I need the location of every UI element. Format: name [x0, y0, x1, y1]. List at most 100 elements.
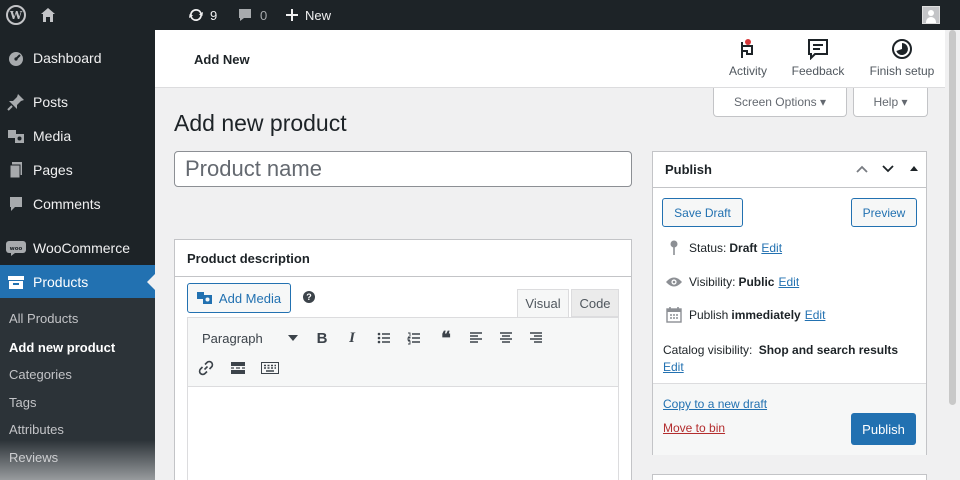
help-button[interactable]: Help ▾: [853, 88, 928, 117]
publish-button[interactable]: Publish: [851, 413, 916, 445]
progress-ring-icon: [891, 36, 913, 62]
comments-count: 0: [260, 7, 268, 23]
status-label: Status:: [689, 241, 727, 255]
sidebar-item-label: Comments: [33, 196, 101, 212]
save-draft-button[interactable]: Save Draft: [662, 198, 743, 227]
sidebar-item-label: Products: [33, 274, 89, 290]
bold-icon[interactable]: B: [312, 328, 332, 348]
collapse-toggle-icon[interactable]: [909, 163, 919, 178]
product-description-box: Product description Add Media ? Visual C…: [174, 239, 632, 480]
submenu-reviews[interactable]: Reviews: [9, 450, 58, 465]
woo-icon: woo: [6, 238, 26, 258]
status-edit-link[interactable]: Edit: [761, 241, 782, 255]
page-scrollbar[interactable]: [945, 30, 960, 480]
align-center-icon[interactable]: [496, 328, 516, 348]
bullet-list-icon[interactable]: [374, 328, 394, 348]
chevron-down-icon: [288, 335, 298, 341]
sidebar-item-comments[interactable]: Comments: [0, 187, 155, 221]
user-avatar[interactable]: [922, 6, 940, 24]
tab-visual[interactable]: Visual: [517, 289, 569, 317]
move-to-bin-link[interactable]: Move to bin: [663, 421, 725, 435]
catalog-visibility-value: Shop and search results: [758, 343, 899, 357]
sidebar-item-label: Dashboard: [33, 50, 102, 66]
format-select-value: Paragraph: [202, 330, 263, 346]
submenu-tags[interactable]: Tags: [9, 395, 36, 410]
new-content-menu[interactable]: New: [285, 0, 331, 30]
eye-icon: [665, 274, 683, 290]
move-up-icon[interactable]: [855, 163, 869, 178]
catalog-visibility-label: Catalog visibility:: [663, 343, 753, 357]
sidebar-item-pages[interactable]: Pages: [0, 153, 155, 187]
pages-icon: [6, 160, 26, 180]
status-row: Status: Draft Edit: [665, 240, 782, 256]
visibility-row: Visibility: Public Edit: [665, 274, 799, 290]
admin-bar: W 9 0 New: [0, 0, 960, 30]
format-select[interactable]: Paragraph: [192, 326, 302, 350]
keyboard-icon[interactable]: [260, 358, 280, 378]
numbered-list-icon[interactable]: [404, 328, 424, 348]
sidebar-item-posts[interactable]: Posts: [0, 85, 155, 119]
publish-box: Publish Save Draft Preview Status: Draft…: [652, 151, 927, 455]
svg-text:woo: woo: [10, 246, 23, 252]
dashboard-icon: [6, 48, 26, 68]
flag-icon: [738, 36, 758, 62]
sidebar-item-label: WooCommerce: [33, 240, 130, 256]
finish-setup-button[interactable]: Finish setup: [866, 36, 938, 84]
editor-content-area[interactable]: [187, 387, 619, 480]
page-title: Add new product: [174, 110, 347, 136]
add-media-button[interactable]: Add Media: [187, 283, 291, 313]
catalog-visibility-row: Catalog visibility: Shop and search resu…: [663, 342, 918, 376]
visibility-edit-link[interactable]: Edit: [778, 275, 799, 289]
updates-menu[interactable]: 9: [188, 0, 217, 30]
product-name-input[interactable]: [174, 151, 632, 187]
publish-date-value: immediately: [731, 308, 801, 322]
sidebar-item-label: Posts: [33, 94, 69, 110]
submenu-all-products[interactable]: All Products: [9, 311, 78, 326]
submenu-add-new-product[interactable]: Add new product: [9, 340, 115, 355]
align-right-icon[interactable]: [526, 328, 546, 348]
screen-options-button[interactable]: Screen Options ▾: [713, 88, 847, 117]
new-label: New: [305, 7, 332, 23]
publish-date-row: Publish immediately Edit: [665, 307, 825, 323]
align-left-icon[interactable]: [466, 328, 486, 348]
sidebar-item-woocommerce[interactable]: woo WooCommerce: [0, 231, 155, 265]
activity-button[interactable]: Activity: [725, 36, 771, 84]
blockquote-icon[interactable]: ❝: [436, 328, 456, 349]
move-down-icon[interactable]: [881, 163, 895, 178]
pin-icon: [665, 240, 683, 256]
products-submenu: All Products Add new product Categories …: [0, 298, 155, 480]
media-icon: [196, 292, 212, 304]
scrollbar-thumb[interactable]: [949, 30, 956, 405]
archive-icon: [6, 272, 26, 292]
home-icon[interactable]: [40, 7, 56, 23]
publish-actions: Copy to a new draft Move to bin Publish: [653, 383, 926, 455]
updates-icon: [189, 8, 203, 22]
woocommerce-header: Add New Activity Feedback Finish setup: [155, 30, 945, 88]
link-icon[interactable]: [196, 358, 216, 378]
publish-date-edit-link[interactable]: Edit: [805, 308, 826, 322]
sidebar-item-label: Media: [33, 128, 72, 144]
preview-button[interactable]: Preview: [851, 198, 917, 227]
feedback-label: Feedback: [791, 64, 845, 78]
plus-icon: [286, 9, 298, 21]
tab-code[interactable]: Code: [571, 289, 619, 317]
italic-icon[interactable]: I: [342, 328, 362, 348]
help-icon[interactable]: ?: [303, 291, 315, 303]
catalog-visibility-edit-link[interactable]: Edit: [663, 360, 684, 374]
copy-to-draft-link[interactable]: Copy to a new draft: [663, 397, 767, 411]
activity-label: Activity: [728, 64, 767, 78]
sidebar-item-products[interactable]: Products: [0, 265, 155, 299]
sidebar-item-label: Pages: [33, 162, 73, 178]
submenu-categories[interactable]: Categories: [9, 367, 72, 382]
sidebar-item-media[interactable]: Media: [0, 119, 155, 153]
publish-date-label: Publish: [689, 308, 729, 322]
header-title: Add New: [194, 52, 250, 67]
feedback-button[interactable]: Feedback: [789, 36, 847, 84]
comments-menu[interactable]: 0: [237, 0, 267, 30]
wordpress-logo-icon[interactable]: W: [6, 5, 26, 25]
add-media-label: Add Media: [218, 290, 282, 306]
editor-toolbar: Paragraph B I ❝: [187, 317, 619, 387]
submenu-attributes[interactable]: Attributes: [9, 422, 64, 437]
sidebar-item-dashboard[interactable]: Dashboard: [0, 41, 155, 75]
read-more-icon[interactable]: [228, 358, 248, 378]
